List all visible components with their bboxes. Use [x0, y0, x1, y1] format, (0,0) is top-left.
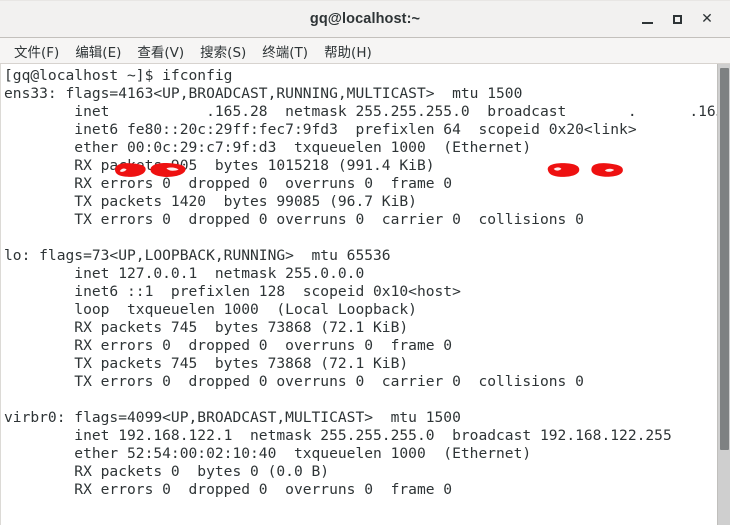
terminal-line-list: [gq@localhost ~]$ ifconfig ens33: flags=4… [4, 67, 717, 499]
terminal-window: gq@localhost:~ ✕ 文件(F) 编辑(E) 查看(V) 搜索(S)… [0, 0, 730, 525]
terminal-line: inet6 ::1 prefixlen 128 scopeid 0x10<hos… [4, 283, 461, 300]
close-button[interactable]: ✕ [692, 4, 722, 34]
terminal-scrollbar[interactable] [717, 64, 730, 525]
terminal-line: lo: flags=73<UP,LOOPBACK,RUNNING> mtu 65… [4, 247, 391, 264]
terminal-line: TX packets 745 bytes 73868 (72.1 KiB) [4, 355, 409, 372]
terminal-line: inet .165.28 netmask 255.255.255.0 broad… [4, 103, 717, 120]
title-bar[interactable]: gq@localhost:~ ✕ [0, 0, 730, 38]
terminal-line: RX errors 0 dropped 0 overruns 0 frame 0 [4, 337, 453, 354]
scrollbar-thumb[interactable] [720, 68, 729, 450]
menu-item-file[interactable]: 文件(F) [6, 39, 67, 63]
maximize-button[interactable] [662, 4, 692, 34]
close-icon: ✕ [701, 11, 713, 27]
terminal-line: inet6 fe80::20c:29ff:fec7:9fd3 prefixlen… [4, 121, 637, 138]
terminal-line: RX packets 745 bytes 73868 (72.1 KiB) [4, 319, 409, 336]
terminal-line: loop txqueuelen 1000 (Local Loopback) [4, 301, 417, 318]
terminal-line: RX errors 0 dropped 0 overruns 0 frame 0 [4, 481, 453, 498]
menu-item-edit[interactable]: 编辑(E) [67, 39, 129, 63]
terminal-line: inet 192.168.122.1 netmask 255.255.255.0… [4, 427, 672, 444]
terminal-line: [gq@localhost ~]$ ifconfig [4, 67, 233, 84]
terminal-line: TX errors 0 dropped 0 overruns 0 carrier… [4, 211, 584, 228]
terminal-line: RX errors 0 dropped 0 overruns 0 frame 0 [4, 175, 453, 192]
terminal-line: RX packets 905 bytes 1015218 (991.4 KiB) [4, 157, 435, 174]
minimize-button[interactable] [632, 4, 662, 34]
maximize-icon [672, 14, 682, 24]
menu-item-search[interactable]: 搜索(S) [192, 39, 254, 63]
terminal-line: inet 127.0.0.1 netmask 255.0.0.0 [4, 265, 365, 282]
minimize-icon [641, 21, 653, 24]
terminal-body: [gq@localhost ~]$ ifconfig ens33: flags=4… [0, 64, 730, 525]
window-title: gq@localhost:~ [309, 11, 421, 27]
terminal-line: virbr0: flags=4099<UP,BROADCAST,MULTICAS… [4, 409, 461, 426]
terminal-output[interactable]: [gq@localhost ~]$ ifconfig ens33: flags=4… [1, 64, 717, 525]
menu-item-terminal[interactable]: 终端(T) [254, 39, 316, 63]
window-controls: ✕ [632, 1, 722, 37]
menu-bar: 文件(F) 编辑(E) 查看(V) 搜索(S) 终端(T) 帮助(H) [0, 38, 730, 64]
terminal-line: TX errors 0 dropped 0 overruns 0 carrier… [4, 373, 584, 390]
terminal-line: TX packets 1420 bytes 99085 (96.7 KiB) [4, 193, 417, 210]
terminal-line: ens33: flags=4163<UP,BROADCAST,RUNNING,M… [4, 85, 523, 102]
terminal-line: RX packets 0 bytes 0 (0.0 B) [4, 463, 330, 480]
menu-item-help[interactable]: 帮助(H) [316, 39, 380, 63]
terminal-line: ether 00:0c:29:c7:9f:d3 txqueuelen 1000 … [4, 139, 532, 156]
menu-item-view[interactable]: 查看(V) [129, 39, 192, 63]
terminal-line: ether 52:54:00:02:10:40 txqueuelen 1000 … [4, 445, 532, 462]
